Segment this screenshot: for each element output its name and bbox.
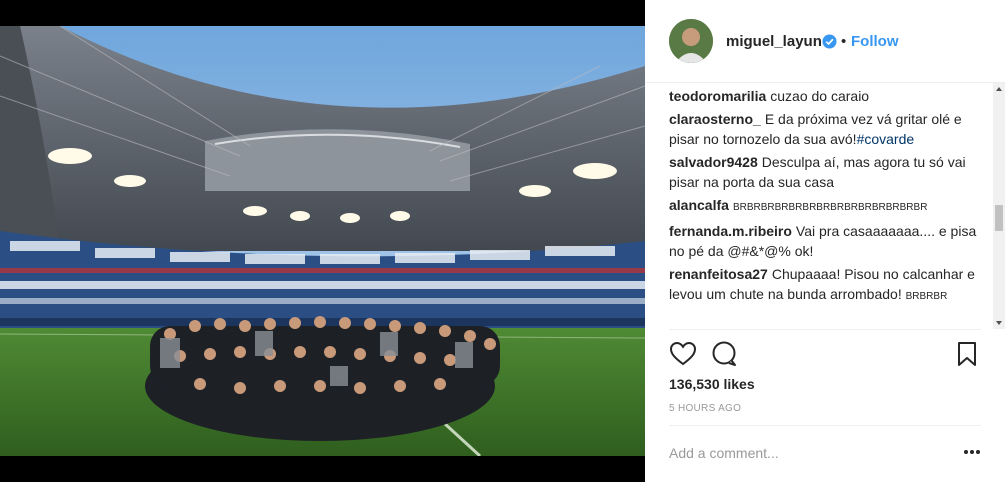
username[interactable]: miguel_layun <box>726 33 822 50</box>
action-bar <box>669 340 981 368</box>
comment-text: BRBRBRBRBRBRBRBRBRBRBRBRBRBR <box>732 202 928 213</box>
stadium-team-photo <box>0 26 645 456</box>
comment-username[interactable]: fernanda.m.ribeiro <box>669 223 792 239</box>
comment-item: fernanda.m.ribeiro Vai pra casaaaaaaa....… <box>669 221 994 261</box>
add-comment-input[interactable] <box>669 441 939 465</box>
photo-pane <box>0 0 645 482</box>
comments-list[interactable]: teodoromarilia cuzao do caraio claraoster… <box>669 86 994 330</box>
comment-username[interactable]: alancalfa <box>669 197 729 213</box>
comment-icon[interactable] <box>710 340 738 368</box>
scrollbar-thumb[interactable] <box>995 205 1003 231</box>
comments-scrollbar[interactable] <box>993 83 1005 329</box>
separator-dot: • <box>841 33 847 50</box>
post-sidebar: miguel_layun • Follow teodoromarilia cuza… <box>645 0 1005 482</box>
comment-username[interactable]: renanfeitosa27 <box>669 266 768 282</box>
scroll-down-icon[interactable] <box>993 317 1005 329</box>
comment-username[interactable]: salvador9428 <box>669 154 758 170</box>
comment-text: cuzao do caraio <box>770 88 870 104</box>
comment-username[interactable]: teodoromarilia <box>669 88 766 104</box>
comment-item: salvador9428 Desculpa aí, mas agora tu só… <box>669 152 994 192</box>
avatar-image <box>669 19 713 63</box>
comment-username[interactable]: claraosterno_ <box>669 111 761 127</box>
comment-text-tail: BRBRBR <box>905 291 948 302</box>
post-timestamp[interactable]: 5 HOURS AGO <box>669 403 741 414</box>
comment-item: alancalfa BRBRBRBRBRBRBRBRBRBRBRBRBRBR <box>669 195 994 218</box>
divider <box>669 425 981 426</box>
avatar[interactable] <box>669 19 713 63</box>
hashtag-link[interactable]: #covarde <box>857 131 915 147</box>
comment-item: renanfeitosa27 Chupaaaa! Pisou no calcanh… <box>669 264 994 307</box>
follow-button[interactable]: Follow <box>851 33 899 50</box>
post-header: miguel_layun • Follow <box>645 0 1005 83</box>
heart-icon[interactable] <box>669 340 697 368</box>
more-options-icon[interactable] <box>962 444 982 460</box>
post-photo[interactable] <box>0 26 645 456</box>
divider <box>669 329 981 330</box>
comment-item: claraosterno_ E da próxima vez vá gritar … <box>669 109 994 149</box>
likes-count[interactable]: 136,530 likes <box>669 376 755 392</box>
bookmark-icon[interactable] <box>953 340 981 368</box>
comment-item: teodoromarilia cuzao do caraio <box>669 86 994 106</box>
verified-icon <box>822 34 837 49</box>
scroll-up-icon[interactable] <box>993 83 1005 95</box>
